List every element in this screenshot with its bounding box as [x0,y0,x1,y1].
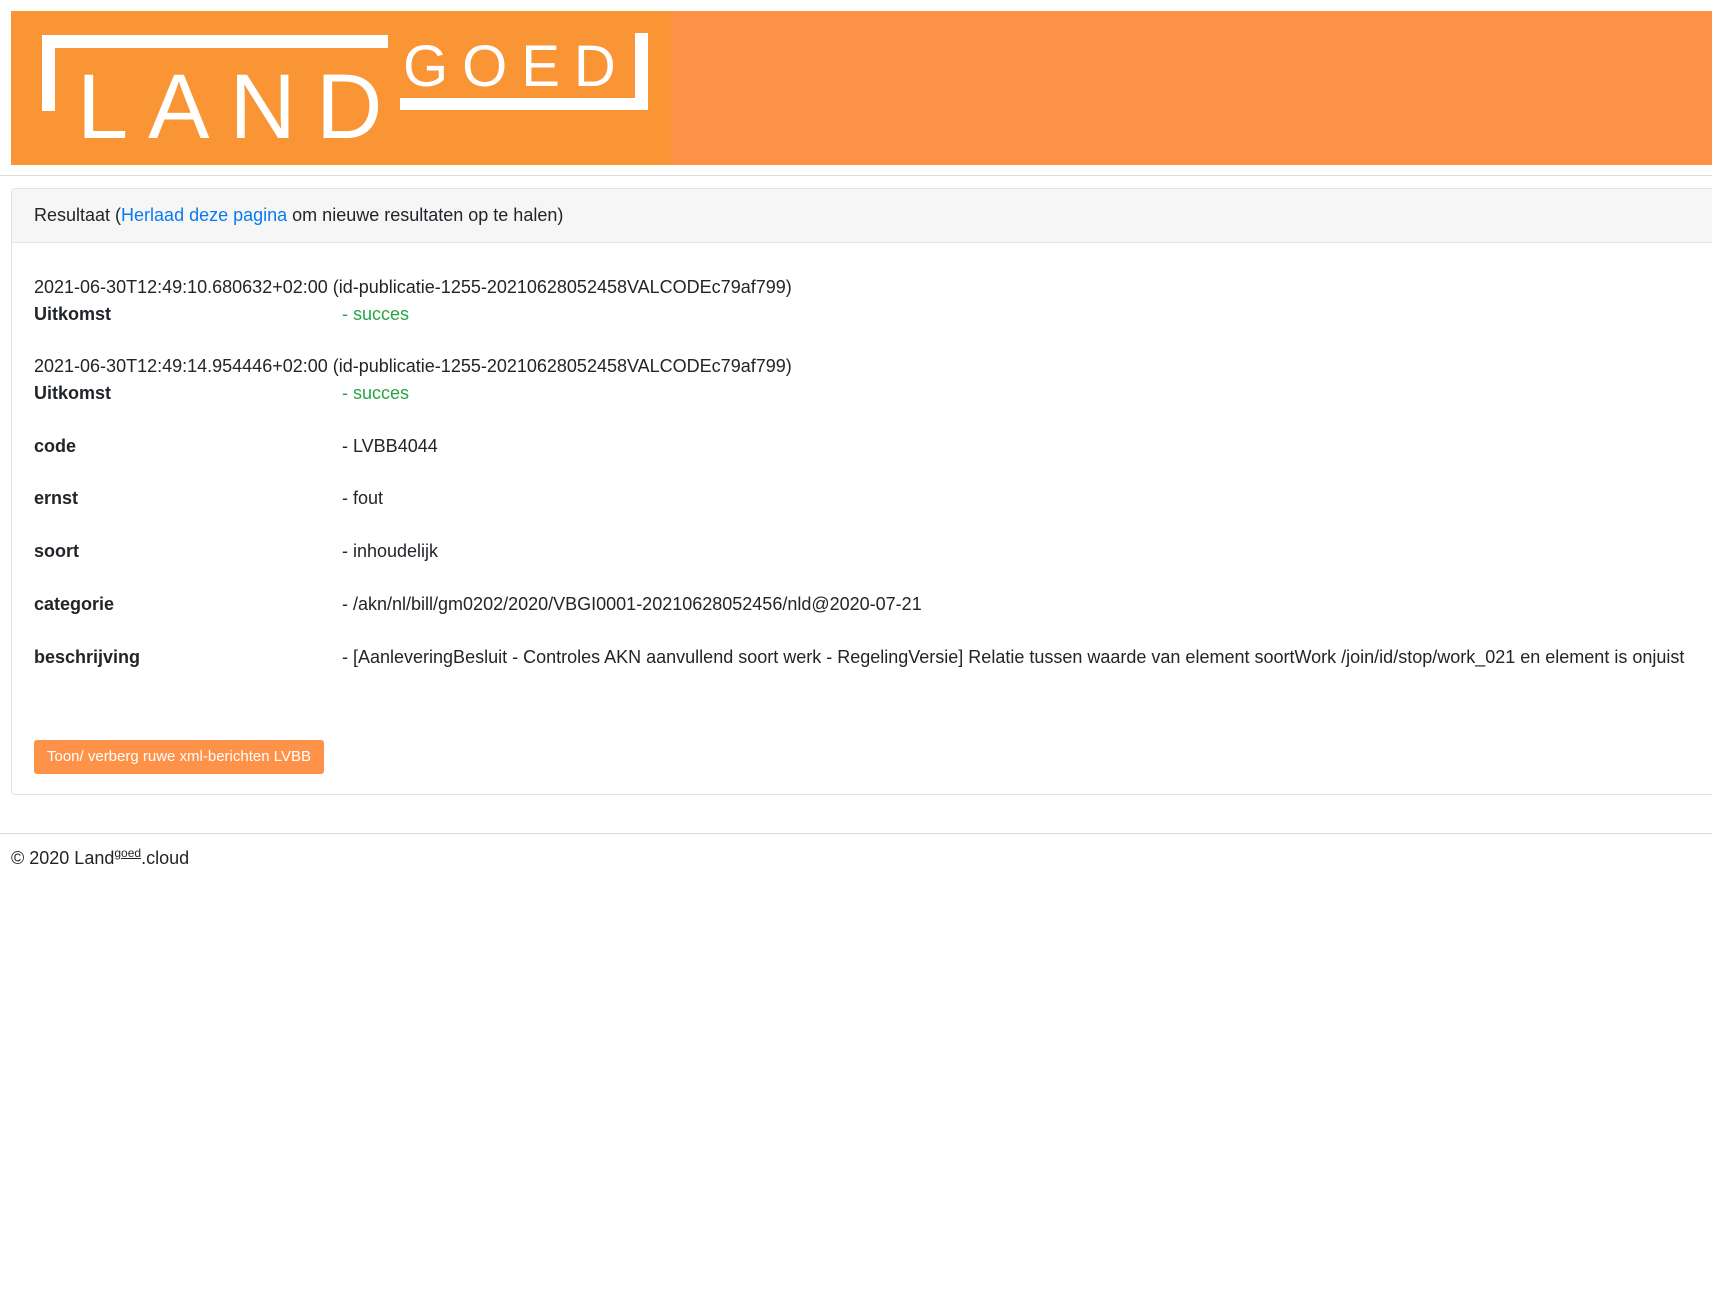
footer-domain-suffix: .cloud [141,848,190,868]
detail-value-beschrijving: - [AanleveringBesluit - Controles AKN aa… [342,647,1685,667]
detail-value-categorie: - /akn/nl/bill/gm0202/2020/VBGI0001-2021… [342,594,922,614]
entry-timestamp: 2021-06-30T12:49:10.680632+02:00 (id-pub… [34,277,792,297]
entry-outcome-value: - succes [342,383,410,403]
header-divider [0,175,1712,176]
detail-label-beschrijving: beschrijving [34,647,141,667]
detail-label-code: code [34,436,77,456]
result-title-prefix: Resultaat ( [34,205,122,225]
logo-word-land: LAND [77,56,402,158]
landgoed-logo[interactable]: LAND GOED [11,11,671,165]
detail-value-code: - LVBB4044 [342,436,438,456]
detail-value-soort: - inhoudelijk [342,541,439,561]
footer-copyright: © 2020 Landgoed.cloud [11,847,189,869]
footer-copyright-text: © 2020 Land [11,848,115,868]
result-title-suffix: om nieuwe resultaten op te halen) [287,205,564,225]
toggle-xml-messages-button[interactable]: Toon/ verberg ruwe xml-berichten LVBB [34,740,324,774]
logo-word-goed: GOED [403,34,630,99]
reload-page-link[interactable]: Herlaad deze pagina [121,205,287,225]
footer-superscript: goed [114,846,142,860]
entry-outcome-label: Uitkomst [34,383,112,403]
detail-label-soort: soort [34,541,79,561]
detail-value-ernst: - fout [342,488,384,508]
site-header: LAND GOED [11,11,1712,165]
entry-timestamp: 2021-06-30T12:49:14.954446+02:00 (id-pub… [34,356,792,376]
result-card-header: Resultaat (Herlaad deze pagina om nieuwe… [12,189,1712,243]
detail-label-categorie: categorie [34,594,115,614]
footer-divider [0,833,1712,834]
entry-outcome-value: - succes [342,304,410,324]
detail-label-ernst: ernst [34,488,79,508]
result-card: Resultaat (Herlaad deze pagina om nieuwe… [11,188,1712,795]
entry-outcome-label: Uitkomst [34,304,112,324]
